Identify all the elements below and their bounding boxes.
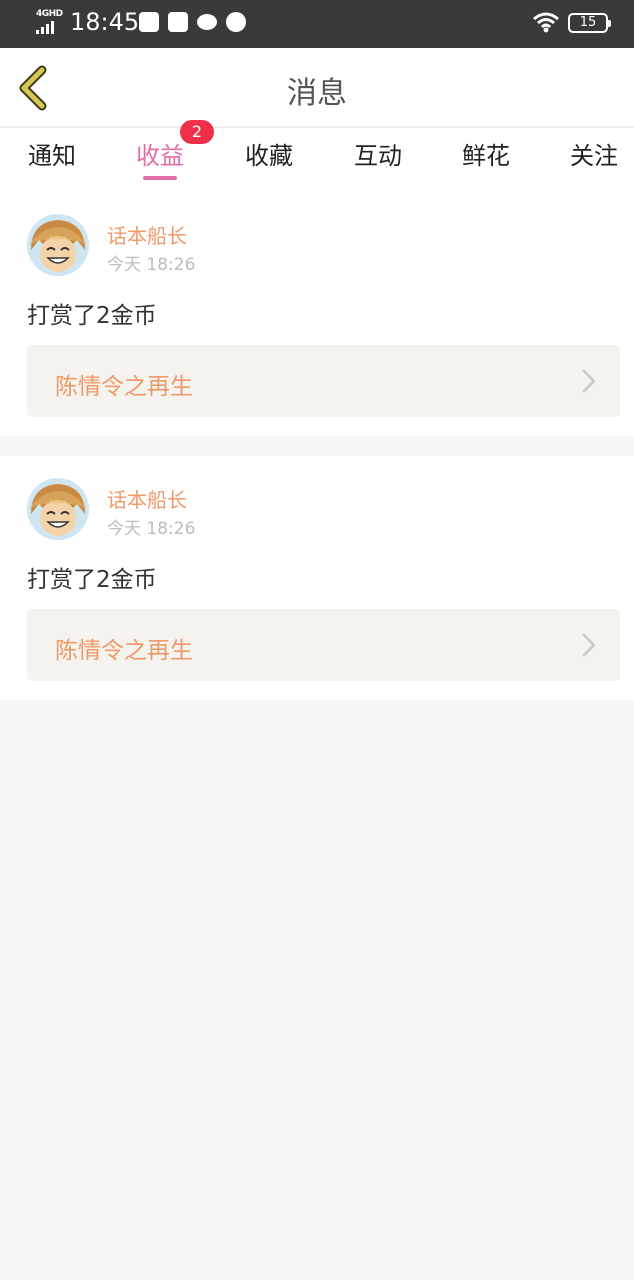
chevron-right-icon	[582, 633, 596, 657]
work-link[interactable]: 陈情令之再生	[27, 609, 620, 681]
status-bar: 4GHD 18:45 15	[0, 0, 634, 48]
status-time: 18:45	[70, 8, 140, 36]
avatar[interactable]	[27, 478, 89, 540]
work-title: 陈情令之再生	[55, 374, 193, 400]
network-type: 4GHD	[36, 9, 63, 19]
battery-level: 15	[579, 15, 597, 30]
tab-notifications[interactable]: 通知	[12, 136, 92, 171]
screenshot-icon	[168, 12, 188, 32]
work-link[interactable]: 陈情令之再生	[27, 345, 620, 417]
wifi-icon	[533, 12, 559, 33]
avatar-image	[27, 478, 89, 540]
message-card: 话本船长 今天 18:26 打赏了2金币 陈情令之再生	[0, 192, 634, 436]
avatar[interactable]	[27, 214, 89, 276]
page-title: 消息	[287, 76, 347, 111]
notification-icons	[139, 12, 246, 32]
tab-following[interactable]: 关注	[554, 136, 634, 171]
battery-icon: 15	[568, 13, 611, 33]
username[interactable]: 话本船长	[107, 220, 187, 249]
tab-flowers[interactable]: 鲜花	[446, 136, 526, 171]
tab-interactions[interactable]: 互动	[338, 136, 418, 171]
username[interactable]: 话本船长	[107, 484, 187, 513]
message-text: 打赏了2金币	[27, 303, 157, 329]
message-time: 今天 18:26	[107, 519, 196, 539]
tab-favorites[interactable]: 收藏	[229, 136, 309, 171]
signal-icon: 4GHD	[36, 9, 63, 34]
avatar-image	[27, 214, 89, 276]
tab-bar: 通知 收益 2 收藏 互动 鲜花 关注	[0, 120, 634, 192]
mail-icon	[139, 12, 159, 32]
work-title: 陈情令之再生	[55, 638, 193, 664]
message-text: 打赏了2金币	[27, 567, 157, 593]
message-time: 今天 18:26	[107, 255, 196, 275]
chevron-right-icon	[582, 369, 596, 393]
unread-badge: 2	[180, 120, 214, 144]
chat-icon	[197, 14, 217, 30]
app-icon	[226, 12, 246, 32]
header: 消息	[0, 48, 634, 128]
message-card: 话本船长 今天 18:26 打赏了2金币 陈情令之再生	[0, 456, 634, 700]
active-tab-indicator	[143, 176, 177, 180]
